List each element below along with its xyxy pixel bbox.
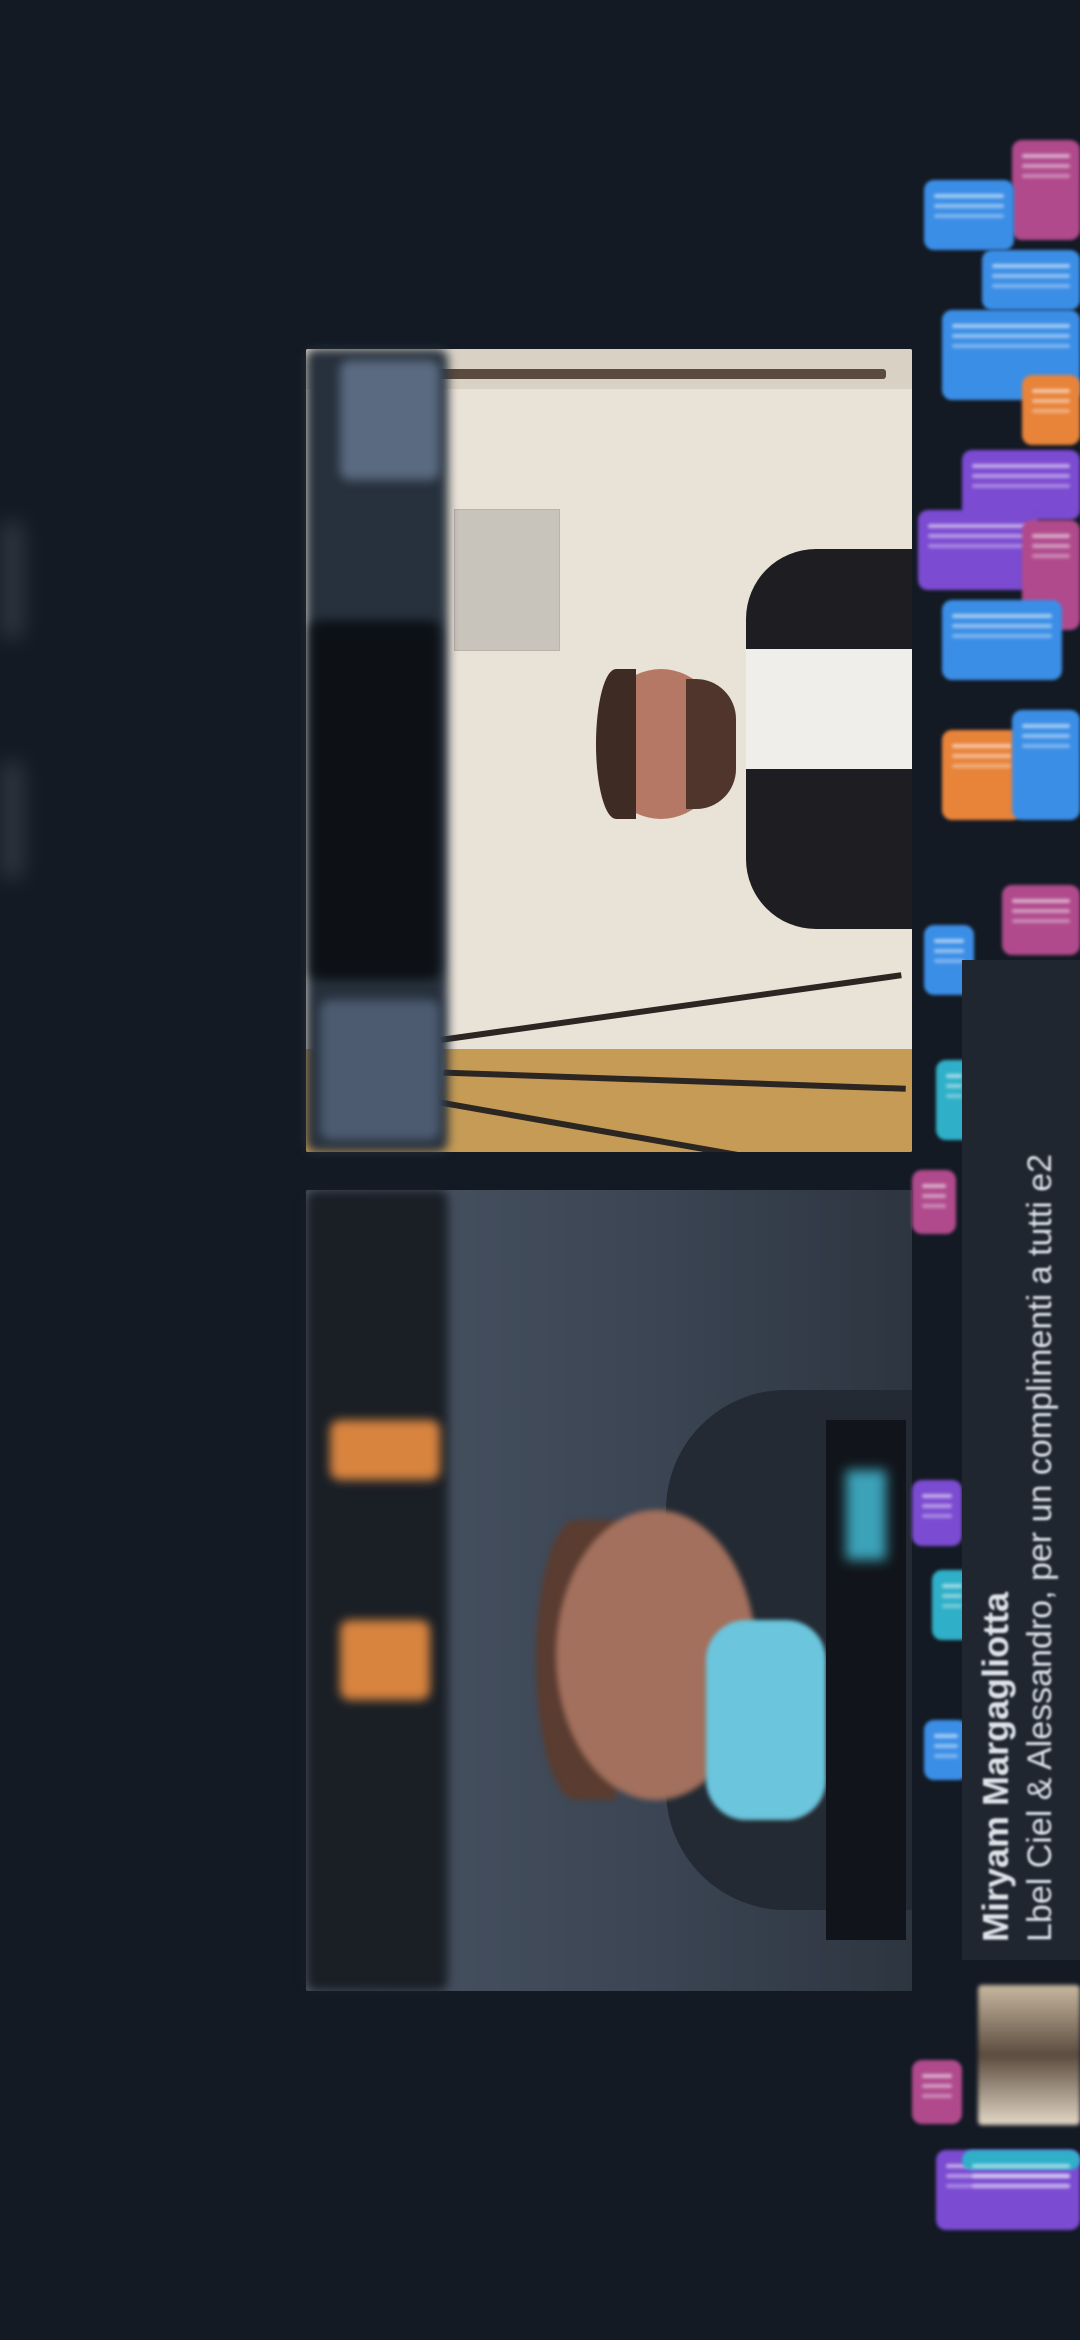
reaction-bubble <box>1012 710 1080 820</box>
reaction-bubble <box>912 1170 956 1234</box>
participant-face <box>686 679 736 809</box>
tile-background <box>454 509 560 651</box>
reaction-bubble <box>918 510 1038 590</box>
reaction-bubble <box>982 250 1080 310</box>
reaction-bubble <box>1002 885 1080 955</box>
video-tile-2-blur-strip <box>340 1620 430 1700</box>
comment-author-name: Miryam Margagliotta <box>975 1591 1016 1942</box>
live-comment-content: Miryam Margagliotta Lbel Ciel & Alessand… <box>962 960 1080 1960</box>
blurred-edge-shape <box>0 520 24 640</box>
comment-author-avatar[interactable] <box>978 1985 1080 2125</box>
participant-face <box>596 669 636 819</box>
tile-background <box>846 1470 886 1560</box>
video-tile-1-blur-strip <box>340 360 440 480</box>
video-tile-2-blur-strip <box>306 1190 448 1991</box>
reaction-bubble <box>924 180 1014 250</box>
video-tile-2-blur-strip <box>330 1420 440 1480</box>
blurred-edge-shape <box>0 760 24 880</box>
video-tile-1-blur-strip <box>310 620 440 980</box>
tile-background <box>425 972 902 1045</box>
reaction-bubble <box>942 730 1022 820</box>
participant-mask <box>706 1620 826 1820</box>
participant-figure <box>746 649 912 769</box>
reaction-bubble <box>1012 140 1080 240</box>
reaction-bubble <box>962 2150 1080 2170</box>
live-video-screen: Miryam Margagliotta Lbel Ciel & Alessand… <box>0 0 1080 2340</box>
reaction-bubble <box>912 2060 962 2124</box>
reaction-bubble <box>942 600 1062 680</box>
reaction-bubble <box>1022 375 1080 445</box>
reaction-bubble <box>912 1480 962 1546</box>
comment-text: Lbel Ciel & Alessandro, per un complimen… <box>1021 1153 1059 1942</box>
video-tile-1-blur-strip <box>320 1000 440 1140</box>
